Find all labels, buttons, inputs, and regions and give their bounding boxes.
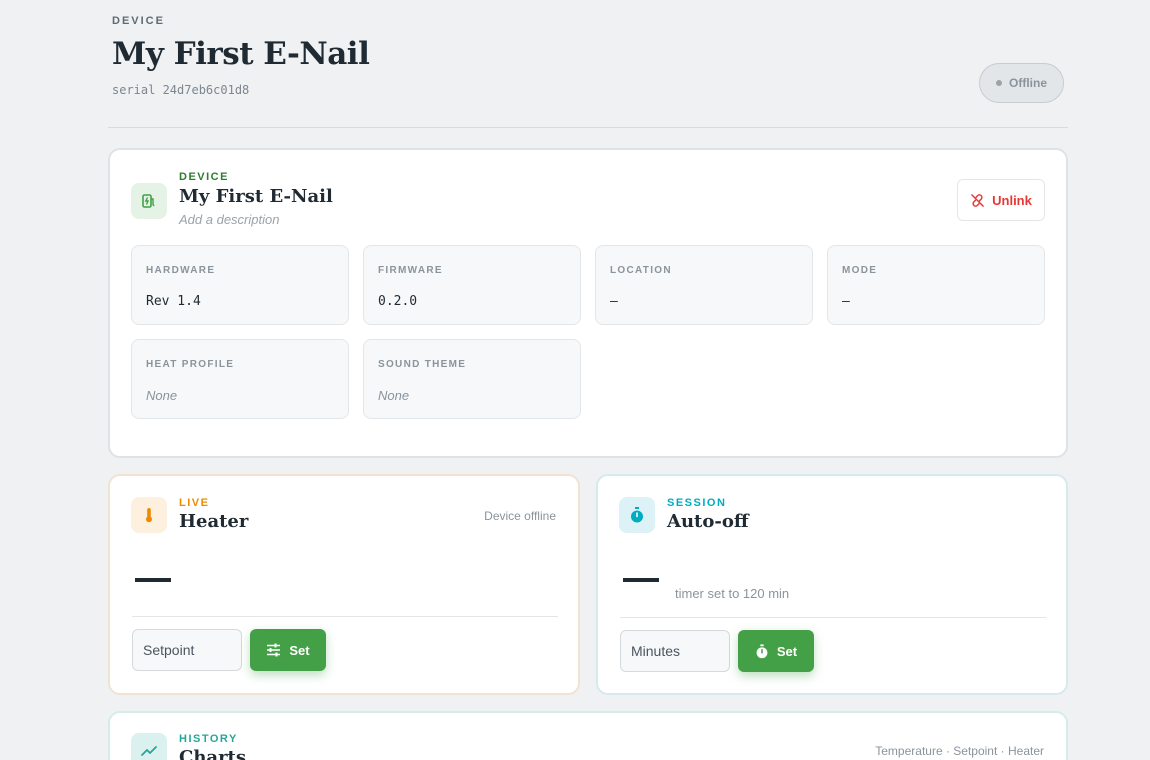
stopwatch-icon bbox=[756, 643, 768, 658]
charts-title: Charts bbox=[179, 747, 247, 760]
temperature-readout bbox=[135, 578, 171, 582]
spec-label: HARDWARE bbox=[146, 265, 216, 276]
description-field[interactable]: Add a description bbox=[179, 212, 279, 227]
status-badge: Offline bbox=[979, 63, 1064, 103]
set-label: Set bbox=[289, 642, 310, 658]
set-setpoint-button[interactable]: Set bbox=[250, 629, 326, 671]
setpoint-input[interactable] bbox=[132, 629, 242, 671]
device-kicker: DEVICE bbox=[179, 171, 229, 183]
auto-off-title: Auto-off bbox=[667, 511, 749, 532]
session-divider bbox=[620, 617, 1046, 618]
spec-value: Rev 1.4 bbox=[146, 294, 201, 309]
history-legend: Temperature · Setpoint · Heater bbox=[875, 744, 1044, 758]
session-kicker: SESSION bbox=[667, 497, 727, 509]
page-title: My First E-Nail bbox=[112, 36, 370, 72]
device-name: My First E-Nail bbox=[179, 186, 333, 207]
spec-value: None bbox=[378, 388, 410, 403]
spec-value: — bbox=[842, 294, 850, 309]
device-serial: serial 24d7eb6c01d8 bbox=[112, 83, 250, 97]
spec-mode: MODE — bbox=[827, 245, 1045, 325]
spec-location: LOCATION — bbox=[595, 245, 813, 325]
broken-link-icon bbox=[971, 193, 984, 207]
minutes-input[interactable] bbox=[620, 630, 730, 672]
device-offline-note: Device offline bbox=[484, 509, 556, 523]
spec-firmware: FIRMWARE 0.2.0 bbox=[363, 245, 581, 325]
spec-value: — bbox=[610, 294, 618, 309]
history-kicker: HISTORY bbox=[179, 733, 238, 745]
spec-sound-theme: SOUND THEME None bbox=[363, 339, 581, 419]
heater-divider bbox=[132, 616, 558, 617]
set-timer-button[interactable]: Set bbox=[738, 630, 814, 672]
unlink-label: Unlink bbox=[992, 192, 1032, 208]
stopwatch-icon bbox=[619, 497, 655, 533]
live-kicker: LIVE bbox=[179, 497, 210, 509]
session-card: SESSION Auto-off timer set to 120 min Se… bbox=[596, 474, 1068, 695]
set-label: Set bbox=[776, 643, 798, 659]
timer-readout bbox=[623, 578, 659, 582]
header-divider bbox=[108, 127, 1068, 128]
history-card: HISTORY Charts Temperature · Setpoint · … bbox=[108, 711, 1068, 760]
spec-label: HEAT PROFILE bbox=[146, 359, 235, 370]
spec-label: LOCATION bbox=[610, 265, 672, 276]
spec-heat-profile: HEAT PROFILE None bbox=[131, 339, 349, 419]
unlink-button[interactable]: Unlink bbox=[957, 179, 1045, 221]
timer-note: timer set to 120 min bbox=[675, 586, 790, 601]
device-card: DEVICE My First E-Nail Add a description… bbox=[108, 148, 1068, 458]
spec-value: 0.2.0 bbox=[378, 294, 418, 309]
sliders-icon bbox=[267, 643, 281, 657]
spec-value: None bbox=[146, 388, 178, 403]
spec-label: SOUND THEME bbox=[378, 359, 467, 370]
status-dot-icon bbox=[996, 80, 1002, 86]
status-badge-label: Offline bbox=[1009, 76, 1047, 90]
ev-plug-icon bbox=[131, 183, 167, 219]
spec-label: FIRMWARE bbox=[378, 265, 443, 276]
heater-title: Heater bbox=[179, 511, 249, 532]
spec-label: MODE bbox=[842, 265, 878, 276]
page-eyebrow: DEVICE bbox=[112, 15, 165, 27]
spec-hardware: HARDWARE Rev 1.4 bbox=[131, 245, 349, 325]
trend-line-icon bbox=[131, 733, 167, 760]
thermometer-icon bbox=[131, 497, 167, 533]
heater-card: LIVE Heater Device offline Set bbox=[108, 474, 580, 695]
